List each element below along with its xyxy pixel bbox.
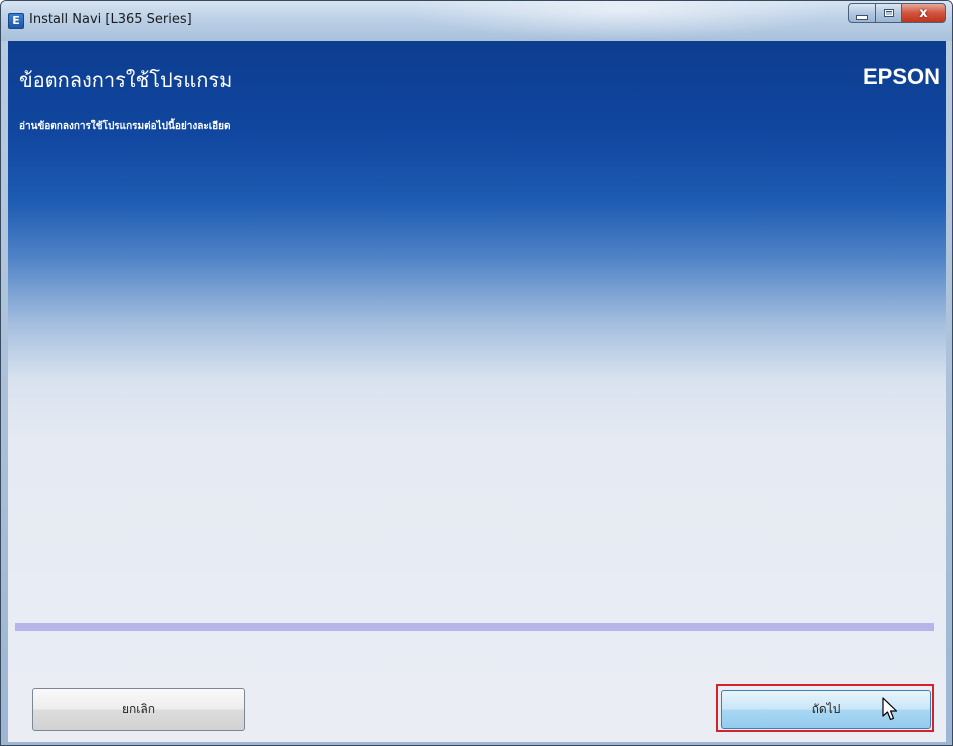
divider-band [15,623,934,631]
cancel-button[interactable]: ยกเลิก [32,688,245,731]
maximize-button[interactable] [876,3,902,23]
installer-window: E Install Navi [L365 Series] x ข้อตกลงกา… [0,0,953,746]
close-button[interactable]: x [902,3,946,23]
epson-logo: EPSON [862,64,940,89]
mouse-cursor-icon [882,697,898,721]
minimize-icon [856,14,868,20]
page-title: ข้อตกลงการใช้โปรแกรม [19,68,233,92]
epson-app-icon[interactable]: E [8,13,24,29]
content-area: ข้อตกลงการใช้โปรแกรม อ่านข้อตกลงการใช้โป… [8,41,946,717]
window-title: Install Navi [L365 Series] [29,12,192,27]
maximize-icon [883,9,894,17]
window-bottom-border [1,742,952,745]
page-subtitle: อ่านข้อตกลงการใช้โปรแกรมต่อไปนี้อย่างละเ… [19,121,231,132]
caption-buttons: x [848,3,946,23]
minimize-button[interactable] [848,3,876,23]
close-icon: x [919,5,928,21]
title-bar[interactable]: E Install Navi [L365 Series] x [1,1,952,41]
